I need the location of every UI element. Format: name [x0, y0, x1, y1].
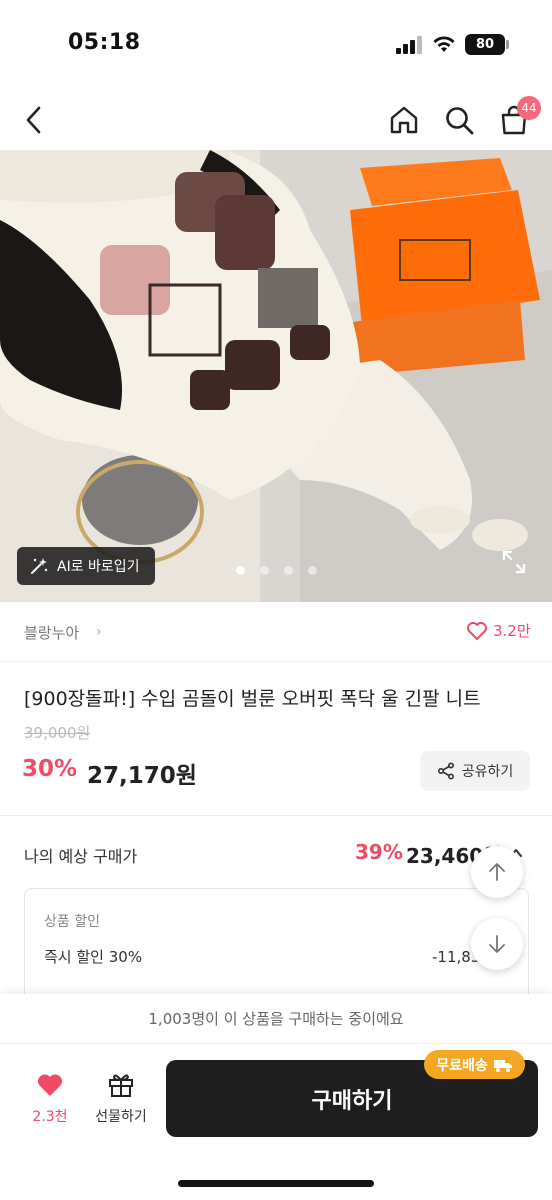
magic-wand-icon: [31, 558, 48, 574]
arrow-up-icon: [489, 863, 505, 881]
product-photo: [0, 150, 552, 602]
search-button[interactable]: [437, 98, 481, 142]
heart-outline-icon: [467, 621, 487, 640]
expected-discount: 39%: [355, 840, 403, 864]
wifi-icon: [433, 36, 455, 52]
brand-row: 블랑누아 › 3.2만: [0, 602, 552, 662]
expand-icon[interactable]: [500, 548, 528, 576]
truck-icon: [493, 1059, 512, 1072]
home-button[interactable]: [382, 98, 426, 142]
share-button[interactable]: 공유하기: [420, 751, 530, 791]
gift-icon: [109, 1074, 133, 1097]
gift-label: 선물하기: [95, 1109, 147, 1125]
back-button[interactable]: [12, 98, 56, 142]
carousel-dots: [236, 566, 317, 575]
gift-button[interactable]: 선물하기: [88, 1072, 154, 1132]
share-label: 공유하기: [461, 764, 514, 780]
search-icon: [446, 107, 474, 135]
product-image[interactable]: [0, 150, 552, 602]
wishlist-button[interactable]: 2.3천: [22, 1072, 78, 1132]
status-time: 05:18: [68, 30, 141, 55]
ai-try-on-button[interactable]: AI로 바로입기: [17, 547, 155, 585]
signal-icon: [396, 36, 422, 54]
ai-try-on-label: AI로 바로입기: [57, 559, 140, 575]
buyers-count-text: 1,003명이 이 상품을 구매하는 중이에요: [0, 994, 552, 1044]
cart-count-badge: 44: [517, 96, 541, 120]
chevron-left-icon: [26, 106, 41, 134]
chevron-right-icon: ›: [96, 624, 102, 640]
expected-price-label: 나의 예상 구매가: [24, 847, 138, 866]
free-shipping-label: 무료배송: [436, 1057, 488, 1074]
home-icon: [390, 106, 418, 134]
status-bar: 05:18 80: [0, 0, 552, 90]
carousel-dot[interactable]: [284, 566, 293, 575]
scroll-bottom-button[interactable]: [471, 918, 523, 970]
like-count: 3.2만: [493, 622, 531, 640]
arrow-down-icon: [489, 935, 505, 953]
discount-rate: 30%: [22, 756, 78, 782]
carousel-dot[interactable]: [260, 566, 269, 575]
battery-indicator: 80: [465, 34, 505, 55]
wishlist-count: 2.3천: [32, 1109, 68, 1125]
battery-tip: [506, 40, 509, 49]
original-price: 39,000원: [24, 724, 91, 742]
like-button[interactable]: 3.2만: [466, 620, 531, 641]
scroll-top-button[interactable]: [471, 846, 523, 898]
carousel-dot[interactable]: [308, 566, 317, 575]
discount-item-label: 즉시 할인 30%: [44, 948, 143, 966]
product-title: [900장돌파!] 수입 곰돌이 벌룬 오버핏 폭닥 울 긴팔 니트: [24, 688, 481, 710]
sale-price: 27,170원: [87, 763, 197, 789]
brand-link[interactable]: 블랑누아: [24, 622, 79, 643]
share-icon: [437, 762, 454, 780]
top-nav: [0, 90, 552, 150]
heart-filled-icon: [37, 1074, 63, 1096]
section-divider: [0, 815, 552, 816]
discount-section-title: 상품 할인: [44, 914, 100, 930]
carousel-dot[interactable]: [236, 566, 245, 575]
free-shipping-badge: 무료배송: [424, 1050, 525, 1079]
home-indicator: [178, 1180, 374, 1187]
